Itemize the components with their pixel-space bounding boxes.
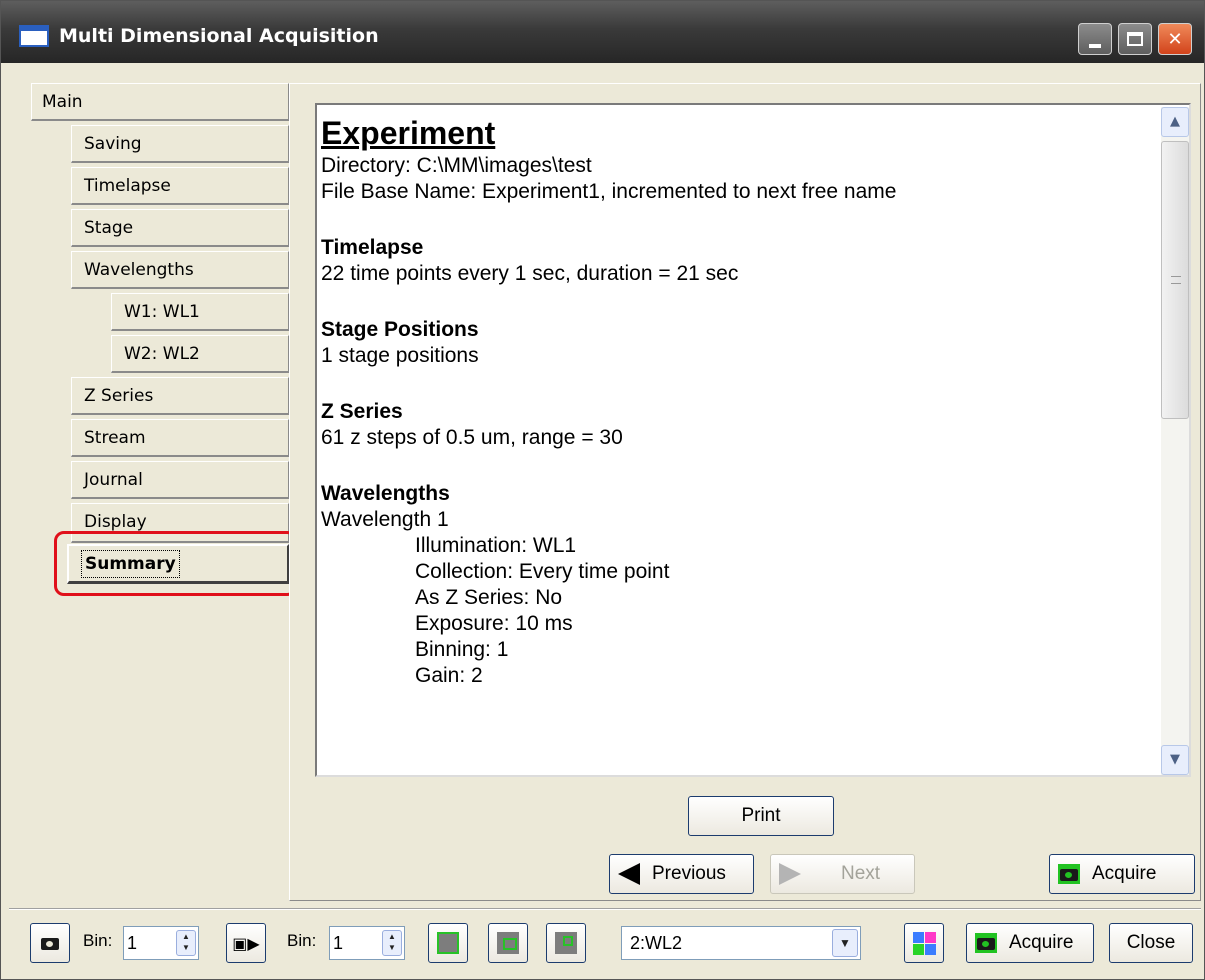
z-series-heading: Z Series bbox=[321, 400, 403, 423]
bin-value-2: 1 bbox=[333, 933, 344, 953]
scroll-down-button[interactable]: ▼ bbox=[1161, 745, 1189, 775]
chevron-down-icon[interactable]: ▼ bbox=[832, 929, 858, 957]
maximize-icon bbox=[1127, 32, 1143, 46]
center-region-button[interactable] bbox=[488, 923, 528, 963]
bin-label-1: Bin: bbox=[83, 931, 113, 950]
bin-input-2[interactable]: 1 ▲ ▼ bbox=[329, 926, 405, 960]
wl1-binning: Binning: 1 bbox=[415, 638, 509, 661]
live-button[interactable]: ▣▶ bbox=[226, 923, 266, 963]
summary-text-area[interactable]: Experiment Directory: C:\MM\images\test … bbox=[315, 103, 1191, 777]
minimize-button[interactable] bbox=[1078, 23, 1112, 55]
nav-item-journal[interactable]: Journal bbox=[71, 461, 289, 499]
nav-item-main[interactable]: Main bbox=[31, 83, 289, 121]
camera-icon bbox=[975, 933, 997, 953]
wl1-collection: Collection: Every time point bbox=[415, 560, 670, 583]
close-window-button[interactable]: ✕ bbox=[1158, 23, 1192, 55]
live-camera-icon: ▣▶ bbox=[232, 933, 260, 953]
chevron-down-icon: ▼ bbox=[1170, 752, 1180, 767]
center-region-icon bbox=[497, 932, 519, 954]
bin-value-1: 1 bbox=[127, 933, 138, 953]
color-mode-button[interactable] bbox=[904, 923, 944, 963]
corner-region-icon bbox=[555, 932, 577, 954]
acquire-toolbar-label: Acquire bbox=[1009, 932, 1074, 953]
stage-heading: Stage Positions bbox=[321, 318, 479, 341]
maximize-button[interactable] bbox=[1118, 23, 1152, 55]
summary-content: Experiment Directory: C:\MM\images\test … bbox=[321, 113, 1157, 689]
arrow-right-icon bbox=[779, 863, 801, 885]
nav-item-saving[interactable]: Saving bbox=[71, 125, 289, 163]
title-bar[interactable]: Multi Dimensional Acquisition ✕ bbox=[1, 1, 1204, 63]
timelapse-heading: Timelapse bbox=[321, 236, 424, 259]
directory-line: Directory: C:\MM\images\test bbox=[321, 154, 592, 177]
previous-label: Previous bbox=[652, 863, 726, 884]
wavelength-select-value: 2:WL2 bbox=[630, 933, 683, 953]
arrow-left-icon bbox=[618, 863, 640, 885]
nav-item-w2[interactable]: W2: WL2 bbox=[111, 335, 289, 373]
mda-window: Multi Dimensional Acquisition ✕ Main Sav… bbox=[0, 0, 1205, 980]
snap-button[interactable] bbox=[30, 923, 70, 963]
app-window-icon bbox=[19, 25, 49, 47]
scroll-up-button[interactable]: ▲ bbox=[1161, 107, 1189, 137]
z-series-line: 61 z steps of 0.5 um, range = 30 bbox=[321, 426, 623, 449]
full-frame-icon bbox=[437, 932, 459, 954]
timelapse-line: 22 time points every 1 sec, duration = 2… bbox=[321, 262, 739, 285]
file-base-line: File Base Name: Experiment1, incremented… bbox=[321, 180, 897, 203]
wl1-illumination: Illumination: WL1 bbox=[415, 534, 577, 557]
next-label: Next bbox=[841, 863, 881, 884]
close-button[interactable]: Close bbox=[1109, 923, 1193, 963]
color-grid-icon bbox=[912, 931, 936, 955]
nav-item-wavelengths[interactable]: Wavelengths bbox=[71, 251, 289, 289]
experiment-heading: Experiment bbox=[321, 115, 496, 151]
nav-item-stream[interactable]: Stream bbox=[71, 419, 289, 457]
bin-input-1[interactable]: 1 ▲ ▼ bbox=[123, 926, 199, 960]
acquire-label: Acquire bbox=[1092, 863, 1157, 884]
bin-stepper-1[interactable]: ▲ ▼ bbox=[176, 930, 196, 956]
highlight-annotation bbox=[54, 531, 297, 596]
wavelength1-label: Wavelength 1 bbox=[321, 508, 449, 531]
nav-item-timelapse[interactable]: Timelapse bbox=[71, 167, 289, 205]
acquire-button[interactable]: Acquire bbox=[1049, 854, 1195, 894]
summary-scrollbar[interactable]: ▲ ▼ bbox=[1161, 107, 1189, 775]
minimize-icon bbox=[1089, 44, 1101, 48]
window-title: Multi Dimensional Acquisition bbox=[59, 25, 379, 47]
full-frame-button[interactable] bbox=[428, 923, 468, 963]
wl1-as-z-series: As Z Series: No bbox=[415, 586, 563, 609]
scroll-thumb[interactable] bbox=[1161, 141, 1189, 419]
bin-label-2: Bin: bbox=[287, 931, 317, 950]
nav-item-stage[interactable]: Stage bbox=[71, 209, 289, 247]
acquire-toolbar-button[interactable]: Acquire bbox=[966, 923, 1094, 963]
stage-line: 1 stage positions bbox=[321, 344, 479, 367]
wavelengths-heading: Wavelengths bbox=[321, 482, 450, 505]
camera-icon bbox=[1058, 864, 1080, 884]
next-button[interactable]: Next bbox=[770, 854, 915, 894]
close-icon: ✕ bbox=[1167, 28, 1183, 50]
nav-item-z-series[interactable]: Z Series bbox=[71, 377, 289, 415]
toolbar-separator bbox=[9, 908, 1201, 910]
corner-region-button[interactable] bbox=[546, 923, 586, 963]
wl1-exposure: Exposure: 10 ms bbox=[415, 612, 573, 635]
bin-stepper-2[interactable]: ▲ ▼ bbox=[382, 930, 402, 956]
camera-icon bbox=[39, 933, 61, 953]
previous-button[interactable]: Previous bbox=[609, 854, 754, 894]
wl1-next-line: Gain: 2 bbox=[415, 664, 483, 687]
chevron-up-icon: ▲ bbox=[1170, 114, 1180, 129]
wavelength-select[interactable]: 2:WL2 ▼ bbox=[621, 926, 861, 960]
nav-item-w1[interactable]: W1: WL1 bbox=[111, 293, 289, 331]
print-button[interactable]: Print bbox=[688, 796, 834, 836]
grip-icon bbox=[1171, 276, 1181, 284]
